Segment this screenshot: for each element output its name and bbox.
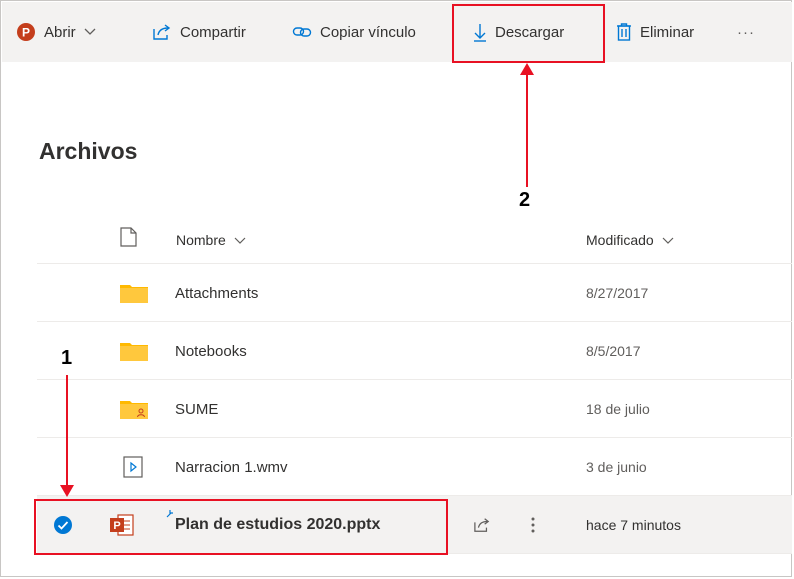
file-name[interactable]: SUME xyxy=(175,380,218,438)
page-title: Archivos xyxy=(39,138,138,164)
file-row[interactable]: Notebooks 8/5/2017 xyxy=(37,321,792,380)
share-icon[interactable] xyxy=(473,496,491,554)
chevron-down-icon xyxy=(662,232,674,248)
chevron-down-icon xyxy=(234,232,246,248)
column-header-name-label: Nombre xyxy=(176,232,226,248)
file-modified: 8/27/2017 xyxy=(586,285,649,301)
arrow-down-icon xyxy=(60,375,74,497)
folder-icon xyxy=(119,322,149,380)
open-button[interactable]: P Abrir xyxy=(16,2,96,62)
trash-icon xyxy=(616,22,632,42)
svg-text:P: P xyxy=(22,26,30,40)
file-name[interactable]: Attachments xyxy=(175,264,258,322)
link-icon xyxy=(292,24,312,40)
file-browser-window: P Abrir Compartir Copiar vínculo Descarg… xyxy=(0,0,792,577)
shared-folder-icon xyxy=(119,380,149,438)
open-label: Abrir xyxy=(44,23,76,41)
copy-link-label: Copiar vínculo xyxy=(320,23,416,41)
file-type-header-icon[interactable] xyxy=(120,227,137,252)
arrow-up-icon xyxy=(520,63,534,187)
file-modified: hace 7 minutos xyxy=(586,517,681,533)
folder-icon xyxy=(119,264,149,322)
column-header-modified[interactable]: Modificado xyxy=(586,232,674,248)
command-bar: P Abrir Compartir Copiar vínculo Descarg… xyxy=(2,2,792,62)
file-row[interactable]: Narracion 1.wmv 3 de junio xyxy=(37,437,792,496)
copy-link-button[interactable]: Copiar vínculo xyxy=(292,2,416,62)
more-options-button[interactable]: ··· xyxy=(737,2,755,62)
download-callout-box xyxy=(452,4,605,63)
more-vertical-icon[interactable] xyxy=(531,496,535,554)
chevron-down-icon xyxy=(84,28,96,36)
share-button[interactable]: Compartir xyxy=(152,2,246,62)
file-modified: 8/5/2017 xyxy=(586,343,641,359)
video-file-icon xyxy=(123,438,143,496)
selected-file-callout-box xyxy=(34,499,448,555)
share-label: Compartir xyxy=(180,23,246,41)
delete-label: Eliminar xyxy=(640,23,695,41)
file-name[interactable]: Narracion 1.wmv xyxy=(175,438,288,496)
column-header-modified-label: Modificado xyxy=(586,232,654,248)
file-name[interactable]: Notebooks xyxy=(175,322,247,380)
file-row[interactable]: Attachments 8/27/2017 xyxy=(37,263,792,322)
delete-button[interactable]: Eliminar xyxy=(616,2,694,62)
file-row[interactable]: SUME 18 de julio xyxy=(37,379,792,438)
share-icon xyxy=(152,23,172,41)
annotation-step-1: 1 xyxy=(61,347,73,369)
annotation-step-2: 2 xyxy=(519,189,531,211)
file-modified: 3 de junio xyxy=(586,459,647,475)
more-icon: ··· xyxy=(737,23,755,41)
powerpoint-icon: P xyxy=(16,22,36,42)
column-header-name[interactable]: Nombre xyxy=(176,232,246,248)
file-modified: 18 de julio xyxy=(586,401,650,417)
